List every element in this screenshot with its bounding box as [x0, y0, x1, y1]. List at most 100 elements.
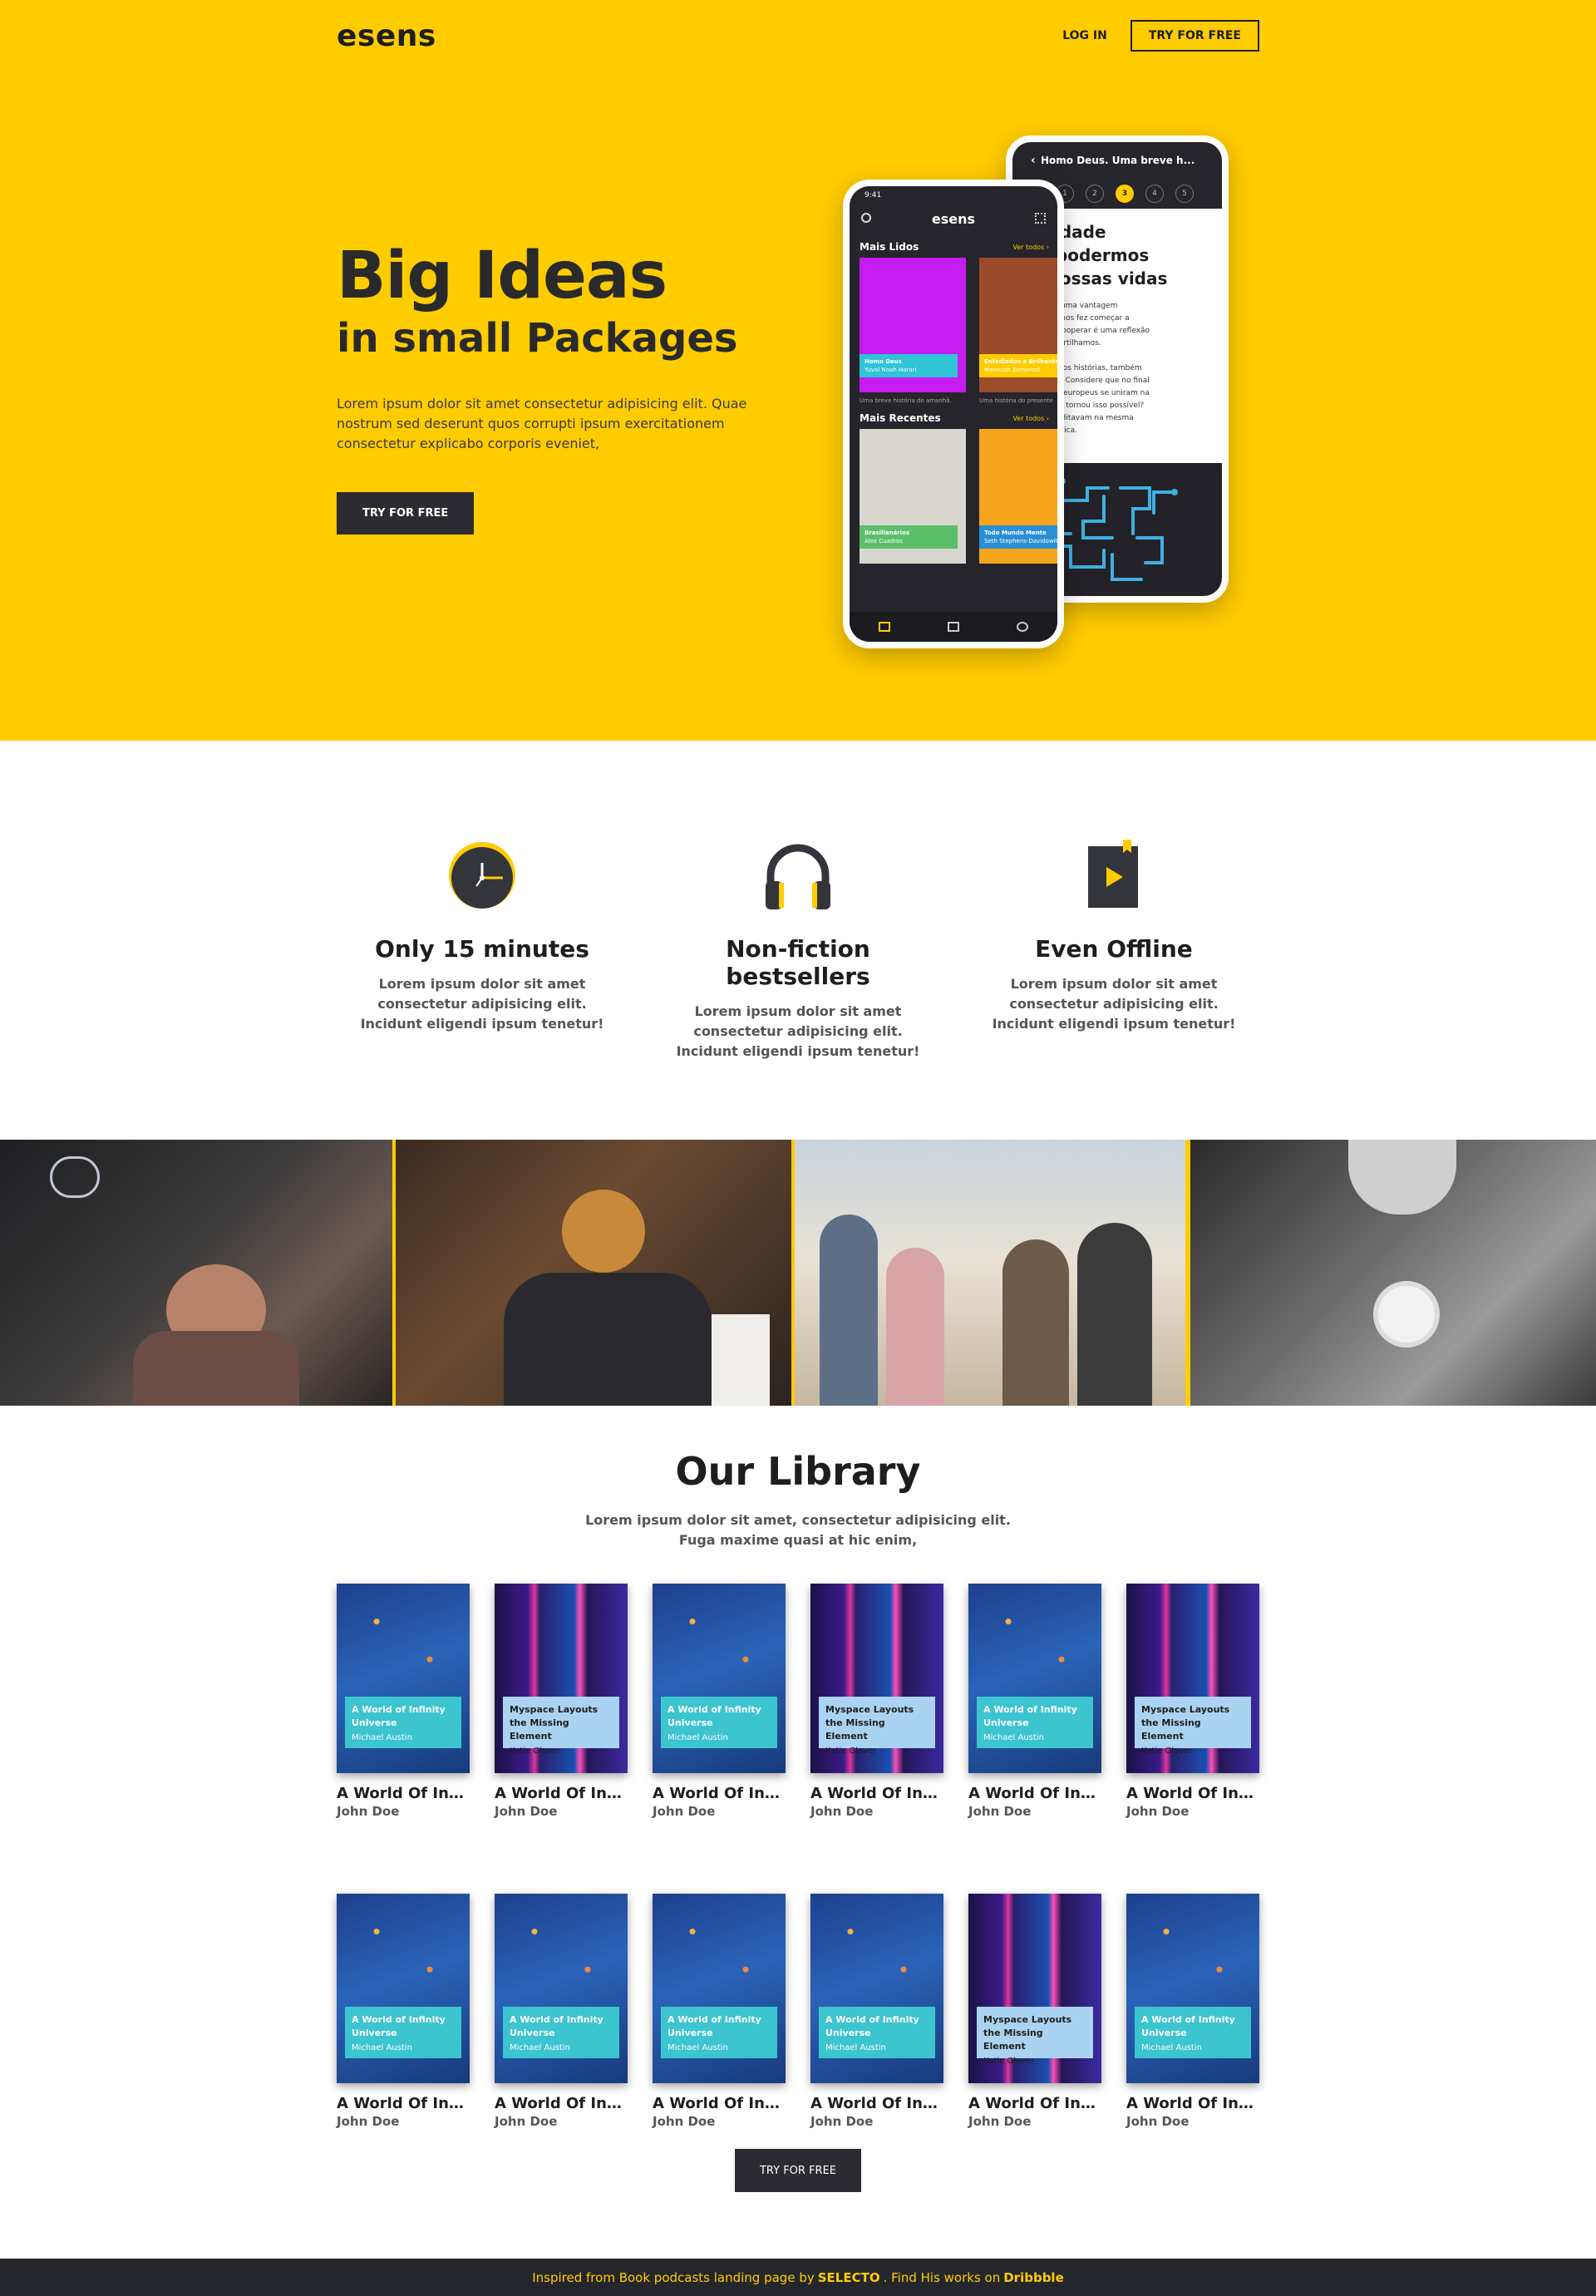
book-title[interactable]: A World Of Infinity Universe — [810, 1785, 943, 1802]
book-cover[interactable]: A World of Infinity Universe Michael Aus… — [810, 1894, 943, 2083]
feature-text: Lorem ipsum dolor sit amet consectetur a… — [992, 976, 1236, 1032]
see-all-link[interactable]: Ver todos › — [1012, 244, 1049, 251]
book-author: John Doe — [1126, 2114, 1190, 2129]
see-all-link[interactable]: Ver todos › — [1012, 415, 1049, 422]
footer-dribbble-link[interactable]: Dribbble — [1003, 2270, 1064, 2285]
book-carousel: Brasilianários Alex Cuadros Todo Mundo M… — [850, 429, 1057, 569]
photo-woman-laptop — [0, 1140, 392, 1406]
mini-book-label: Homo Deus Yuval Noah Harari — [860, 354, 958, 377]
book-author: John Doe — [653, 1804, 716, 1819]
hero-title: Big Ideas — [337, 239, 667, 313]
book-title[interactable]: A World Of Infinity Universe — [337, 2095, 470, 2112]
book-card[interactable]: A World of Infinity Universe Michael Aus… — [337, 1584, 470, 1819]
book-cover[interactable]: Myspace Layouts the Missing Element Kati… — [495, 1584, 628, 1773]
home-section-header: Mais Recentes Ver todos › — [850, 404, 1057, 429]
chapter-dot[interactable]: 5 — [1175, 185, 1194, 203]
book-title[interactable]: A World Of Infinity Universe — [1126, 2095, 1259, 2112]
book-cover-author: Michael Austin — [352, 1733, 412, 1742]
book-cover-title: A World of Infinity Universe — [1141, 2014, 1235, 2038]
section-title: Mais Lidos — [860, 241, 919, 253]
book-cover-label: Myspace Layouts the Missing Element Kati… — [1135, 1697, 1251, 1756]
book-card[interactable]: Myspace Layouts the Missing Element Kati… — [968, 1894, 1101, 2129]
book-card[interactable]: A World of Infinity Universe Michael Aus… — [653, 1894, 786, 2129]
chapter-dot[interactable]: 3 — [1116, 185, 1134, 203]
book-author: John Doe — [968, 1804, 1032, 1819]
library-try-free-button[interactable]: TRY FOR FREE — [735, 2149, 861, 2192]
section-title: Mais Recentes — [860, 412, 941, 424]
library-tab-icon[interactable] — [947, 622, 959, 632]
book-cover-author: Katie Glover — [825, 1747, 877, 1756]
mini-book-card[interactable]: Brasilianários Alex Cuadros — [860, 429, 966, 569]
book-title[interactable]: A World Of Infinity Universe — [968, 2095, 1101, 2112]
book-cover-label: A World of Infinity Universe Michael Aus… — [977, 1697, 1093, 1748]
book-title[interactable]: A World Of Infinity Universe — [968, 1785, 1101, 1802]
book-cover[interactable]: Myspace Layouts the Missing Element Kati… — [968, 1894, 1101, 2083]
book-title[interactable]: A World Of Infinity Universe — [653, 1785, 786, 1802]
book-title[interactable]: A World Of Infinity Universe — [1126, 1785, 1259, 1802]
person-body — [504, 1273, 712, 1406]
hero-try-free-button[interactable]: TRY FOR FREE — [337, 492, 475, 535]
book-title[interactable]: A World Of Infinity Universe — [337, 1785, 470, 1802]
book-cover-author: Michael Austin — [1141, 2043, 1202, 2052]
chapter-dot[interactable]: 4 — [1145, 185, 1164, 203]
grid-icon[interactable] — [1035, 213, 1046, 224]
mini-book-cover: Entediados e Brilhantes Manoush Zomorodi — [979, 258, 1057, 392]
book-title[interactable]: A World Of Infinity Universe — [495, 2095, 628, 2112]
feature-title: Non-fiction bestsellers — [726, 935, 870, 990]
book-card[interactable]: A World of Infinity Universe Michael Aus… — [337, 1894, 470, 2129]
mini-book-author: Manoush Zomorodi — [984, 367, 1041, 373]
reader-topbar: ‹ Homo Deus. Uma breve h... — [1012, 142, 1222, 179]
book-author: John Doe — [653, 2114, 716, 2129]
book-author: John Doe — [495, 1804, 558, 1819]
book-cover-author: Katie Glover — [983, 2057, 1035, 2066]
book-cover[interactable]: Myspace Layouts the Missing Element Kati… — [810, 1584, 943, 1773]
profile-tab-icon[interactable] — [1017, 622, 1029, 632]
person-shape — [1077, 1223, 1152, 1406]
book-author: John Doe — [1126, 1804, 1190, 1819]
book-cover-label: A World of Infinity Universe Michael Aus… — [503, 2007, 619, 2058]
mini-book-card[interactable]: Entediados e Brilhantes Manoush Zomorodi… — [979, 258, 1057, 404]
book-card[interactable]: A World of Infinity Universe Michael Aus… — [495, 1894, 628, 2129]
book-title[interactable]: A World Of Infinity Universe — [495, 1785, 628, 1802]
book-title[interactable]: A World Of Infinity Universe — [810, 2095, 943, 2112]
book-cover[interactable]: A World of Infinity Universe Michael Aus… — [337, 1584, 470, 1773]
search-icon[interactable] — [861, 213, 871, 223]
book-cover[interactable]: Myspace Layouts the Missing Element Kati… — [1126, 1584, 1259, 1773]
book-card[interactable]: A World of Infinity Universe Michael Aus… — [810, 1894, 943, 2129]
home-tab-icon[interactable] — [878, 622, 890, 632]
book-cover[interactable]: A World of Infinity Universe Michael Aus… — [653, 1584, 786, 1773]
mini-book-name: Homo Deus — [864, 358, 902, 365]
book-cover-author: Michael Austin — [667, 1733, 728, 1742]
feature-title: Even Offline — [1035, 935, 1193, 963]
book-card[interactable]: Myspace Layouts the Missing Element Kati… — [495, 1584, 628, 1819]
person-shape — [562, 1190, 645, 1273]
logo[interactable]: esens — [337, 19, 436, 53]
book-grid: A World of Infinity Universe Michael Aus… — [337, 1584, 1259, 2129]
book-cover[interactable]: A World of Infinity Universe Michael Aus… — [337, 1894, 470, 2083]
book-cover[interactable]: A World of Infinity Universe Michael Aus… — [1126, 1894, 1259, 2083]
book-cover-author: Michael Austin — [825, 2043, 886, 2052]
nav-try-free-button[interactable]: TRY FOR FREE — [1130, 20, 1259, 52]
book-card[interactable]: Myspace Layouts the Missing Element Kati… — [810, 1584, 943, 1819]
book-card[interactable]: A World of Infinity Universe Michael Aus… — [653, 1584, 786, 1819]
book-cover-author: Michael Austin — [352, 2043, 412, 2052]
book-cover-author: Michael Austin — [667, 2043, 728, 2052]
book-cover[interactable]: A World of Infinity Universe Michael Aus… — [968, 1584, 1101, 1773]
mini-book-card[interactable]: Todo Mundo Mente Seth Stephens-Davidowit… — [979, 429, 1057, 569]
book-cover-label: A World of Infinity Universe Michael Aus… — [345, 1697, 461, 1748]
book-cover-label: A World of Infinity Universe Michael Aus… — [819, 2007, 935, 2058]
footer-brand[interactable]: SELECTO — [818, 2270, 880, 2285]
mini-book-caption: Uma breve história do amanhã. — [860, 397, 952, 404]
hero-text: Lorem ipsum dolor sit amet consectetur a… — [337, 396, 747, 451]
book-cover[interactable]: A World of Infinity Universe Michael Aus… — [653, 1894, 786, 2083]
book-cover[interactable]: A World of Infinity Universe Michael Aus… — [495, 1894, 628, 2083]
book-card[interactable]: A World of Infinity Universe Michael Aus… — [968, 1584, 1101, 1819]
login-link[interactable]: LOG IN — [1062, 29, 1107, 42]
library-subtitle: Lorem ipsum dolor sit amet, consectetur … — [585, 1512, 1011, 1548]
book-card[interactable]: Myspace Layouts the Missing Element Kati… — [1126, 1584, 1259, 1819]
book-card[interactable]: A World of Infinity Universe Michael Aus… — [1126, 1894, 1259, 2129]
chapter-dot[interactable]: 2 — [1086, 185, 1104, 203]
photo-friends-laughing — [791, 1140, 1190, 1406]
book-title[interactable]: A World Of Infinity Universe — [653, 2095, 786, 2112]
mini-book-card[interactable]: Homo Deus Yuval Noah Harari Uma breve hi… — [860, 258, 966, 404]
